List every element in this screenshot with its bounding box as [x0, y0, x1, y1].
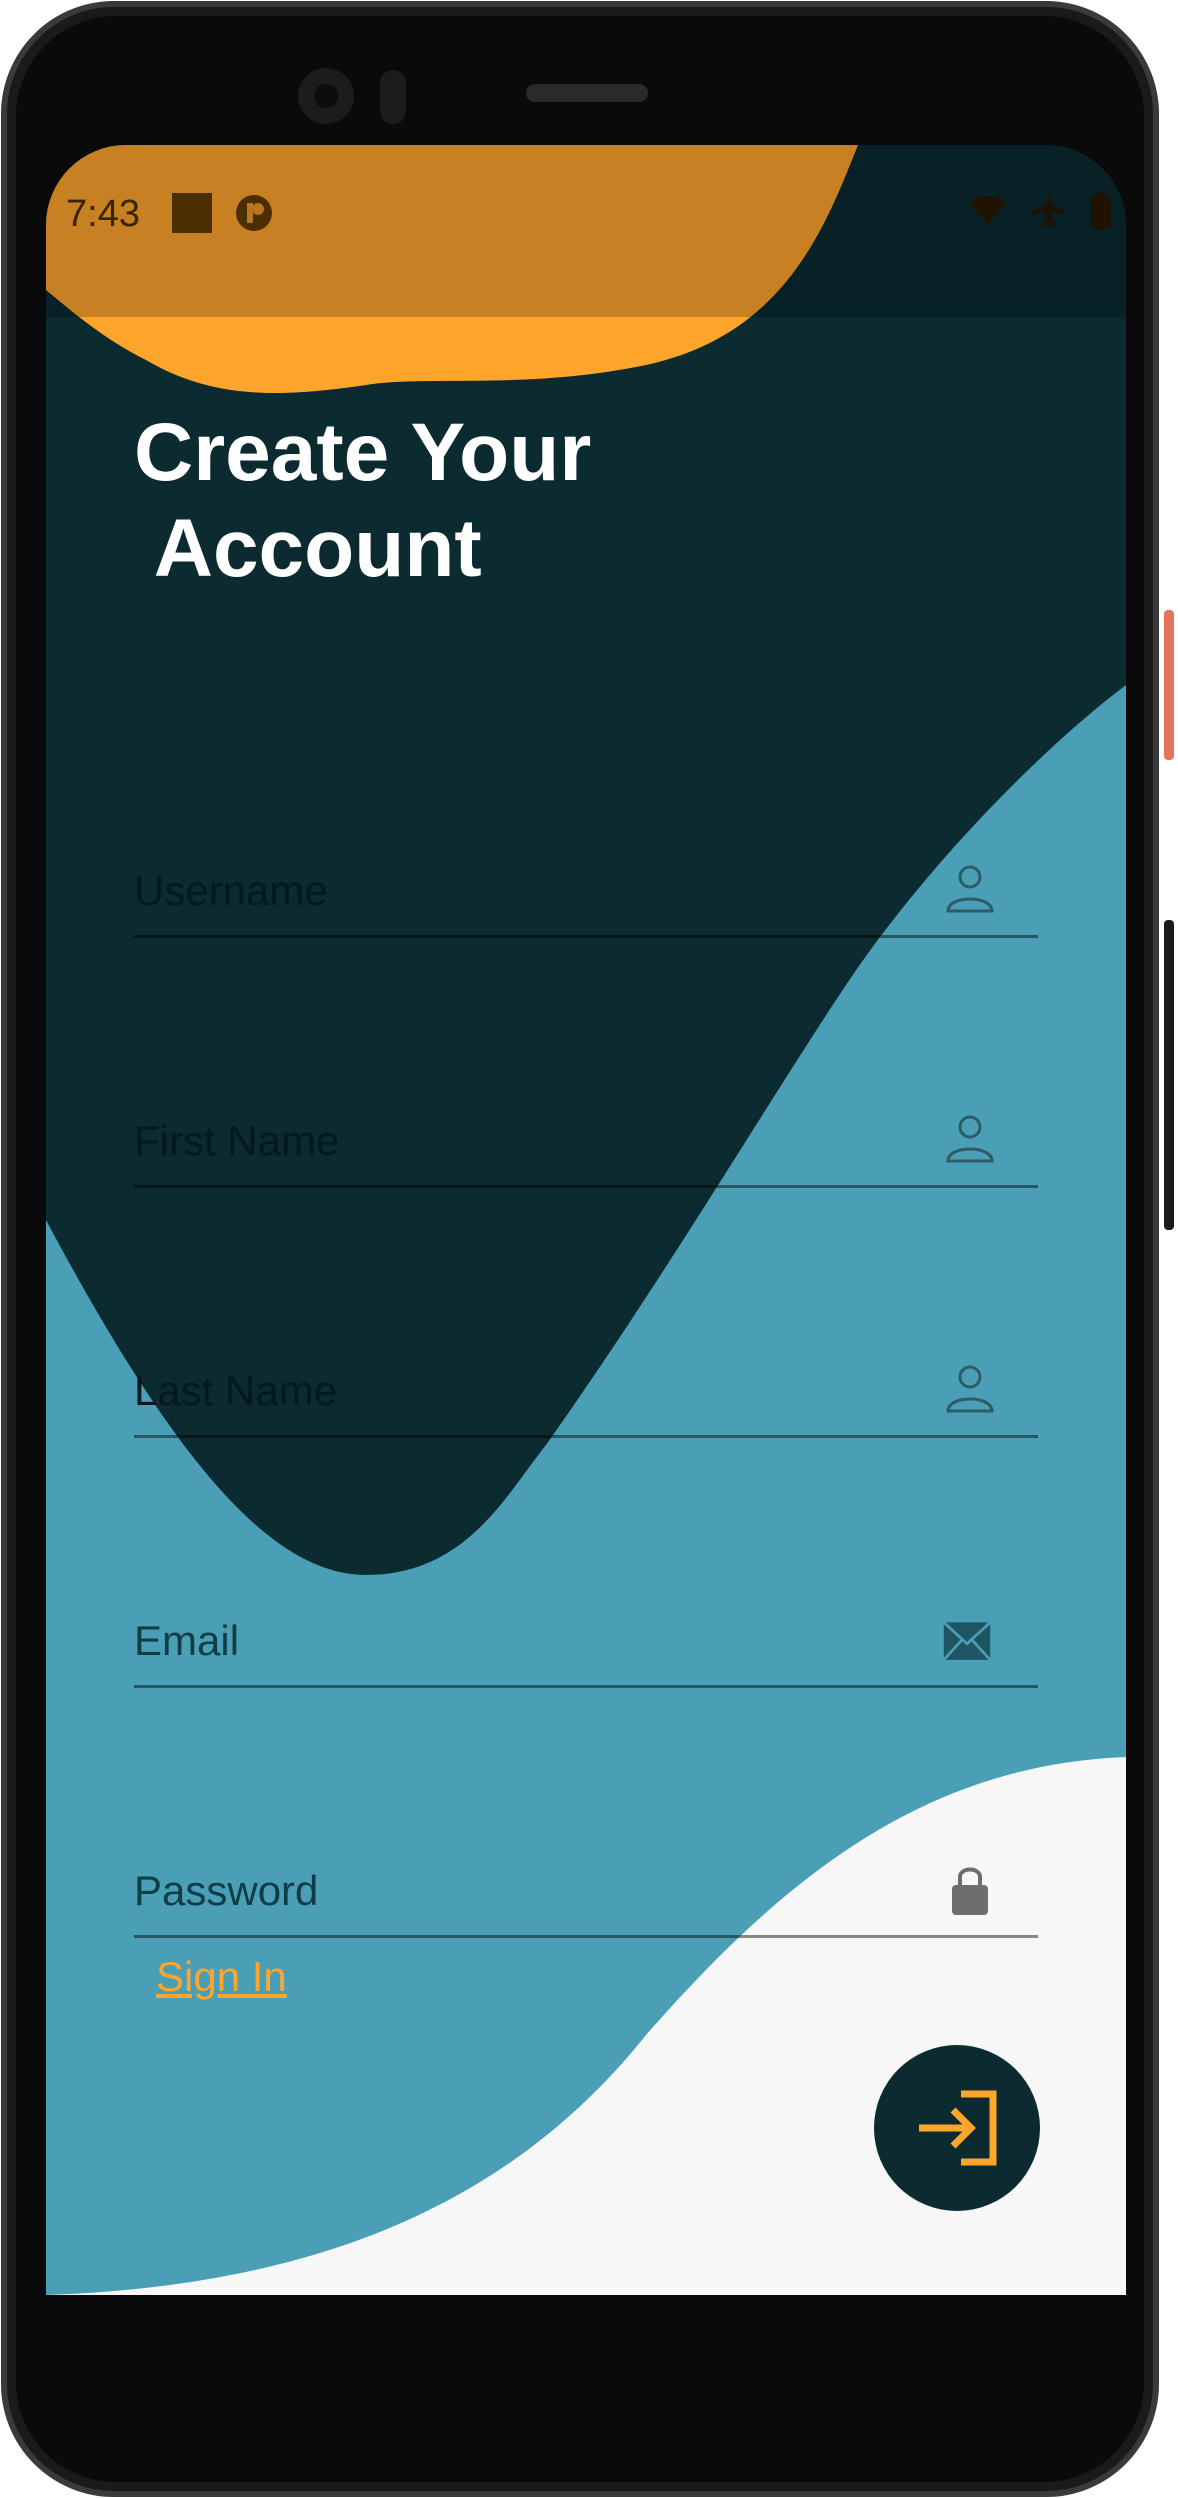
- status-bar: 7:43: [46, 145, 1126, 317]
- last-name-label: Last Name: [134, 1367, 338, 1414]
- power-button: [1164, 610, 1174, 760]
- page-title: Create Your Account: [134, 407, 592, 594]
- volume-button: [1164, 920, 1174, 1230]
- app-notification-icon: [236, 195, 272, 231]
- first-name-field[interactable]: First Name: [134, 1105, 1038, 1188]
- status-icons: [968, 191, 1112, 229]
- sign-in-link[interactable]: Sign In: [156, 1953, 287, 2001]
- mail-icon: [942, 1621, 992, 1661]
- phone-device: 7:43 Create Your Account Username First …: [0, 0, 1178, 2498]
- sensor: [380, 70, 406, 124]
- person-icon: [946, 1115, 994, 1163]
- last-name-field[interactable]: Last Name: [134, 1355, 1038, 1438]
- first-name-label: First Name: [134, 1117, 340, 1164]
- username-field[interactable]: Username: [134, 855, 1038, 938]
- earpiece-speaker: [526, 84, 648, 102]
- email-field[interactable]: Email: [134, 1605, 1038, 1688]
- status-time: 7:43: [66, 193, 140, 235]
- notification-square-icon: [172, 193, 212, 233]
- wifi-icon: [970, 195, 1006, 225]
- login-arrow-icon: [919, 2090, 997, 2166]
- battery-icon: [1091, 191, 1111, 229]
- password-label: Password: [134, 1867, 319, 1914]
- person-icon: [946, 865, 994, 913]
- submit-button[interactable]: [874, 2045, 1040, 2211]
- email-label: Email: [134, 1617, 240, 1664]
- lock-icon: [952, 1867, 988, 1915]
- person-icon: [946, 1365, 994, 1413]
- app-screen: 7:43 Create Your Account Username First …: [46, 145, 1126, 2295]
- password-field[interactable]: Password: [134, 1855, 1038, 1938]
- airplane-icon: [1032, 193, 1066, 227]
- username-label: Username: [134, 867, 328, 914]
